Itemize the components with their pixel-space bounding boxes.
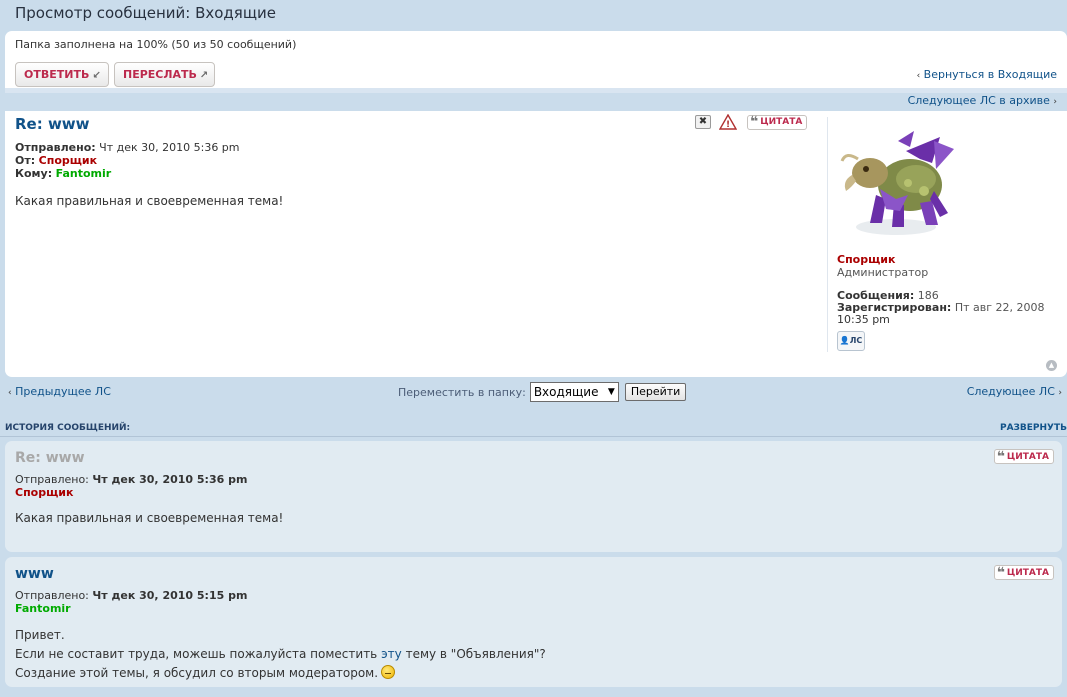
history-sent-value: Чт дек 30, 2010 5:15 pm bbox=[92, 589, 248, 602]
quote-icon: ❝ bbox=[750, 114, 759, 130]
to-line: Кому: Fantomir bbox=[15, 167, 111, 180]
next-archive-link[interactable]: Следующее ЛС в архиве › bbox=[908, 94, 1057, 107]
folder-select[interactable]: Входящие ▼ bbox=[529, 382, 619, 402]
send-pm-button[interactable]: 👤ЛС bbox=[837, 331, 865, 351]
chevron-right-icon: › bbox=[1058, 388, 1062, 398]
separator bbox=[5, 88, 1067, 93]
move-to-folder-form: Переместить в папку: Входящие ▼ Перейти bbox=[398, 382, 687, 402]
history-title: ИСТОРИЯ СООБЩЕНИЙ: bbox=[5, 423, 131, 433]
move-to-folder-label: Переместить в папку: bbox=[398, 385, 526, 399]
message-body: Какая правильная и своевременная тема! bbox=[15, 194, 284, 208]
send-pm-label: ЛС bbox=[849, 336, 863, 345]
history-post-body: Привет. Если не составит труда, можешь п… bbox=[15, 626, 546, 683]
go-button[interactable]: Перейти bbox=[624, 383, 687, 401]
quote-button-label: ЦИТАТА bbox=[1006, 567, 1049, 578]
history-author-line: Fantomir bbox=[15, 602, 71, 615]
report-icon[interactable]: ! bbox=[719, 114, 737, 130]
from-line: От: Спорщик bbox=[15, 154, 97, 167]
next-archive-label: Следующее ЛС в архиве bbox=[907, 94, 1050, 107]
author-profile: Спорщик Администратор Сообщения: 186 Зар… bbox=[827, 117, 1057, 352]
previous-pm-label: Предыдущее ЛС bbox=[15, 385, 111, 398]
chevron-down-icon: ▼ bbox=[607, 387, 615, 397]
profile-rank: Администратор bbox=[837, 266, 929, 279]
next-pm-link[interactable]: Следующее ЛС › bbox=[967, 385, 1062, 398]
sent-line: Отправлено: Чт дек 30, 2010 5:36 pm bbox=[15, 141, 240, 154]
message-post: Re: www ✖ ! ❝ ЦИТАТА Отправлено: Чт дек … bbox=[5, 111, 1067, 377]
expand-history-link[interactable]: РАЗВЕРНУТЬ bbox=[1000, 423, 1067, 433]
quote-button-label: ЦИТАТА bbox=[760, 117, 803, 127]
post-actions: ✖ ! ❝ ЦИТАТА bbox=[695, 114, 808, 130]
history-author-line: Спорщик bbox=[15, 486, 73, 499]
topic-link[interactable]: эту bbox=[381, 647, 402, 661]
forward-button[interactable]: ПЕРЕСЛАТЬ ↗ bbox=[114, 62, 215, 87]
history-body-text: Создание этой темы, я обсудил со вторым … bbox=[15, 666, 379, 680]
back-to-inbox-label: Вернуться в Входящие bbox=[923, 68, 1057, 81]
history-sent-label: Отправлено: bbox=[15, 473, 89, 486]
back-to-inbox-link[interactable]: ‹ Вернуться в Входящие bbox=[917, 68, 1057, 81]
history-body-line-1: Привет. bbox=[15, 628, 65, 642]
reply-button[interactable]: ОТВЕТИТЬ ↙ bbox=[15, 62, 109, 87]
previous-pm-link[interactable]: ‹ Предыдущее ЛС bbox=[8, 385, 111, 398]
quote-icon: ❝ bbox=[996, 564, 1005, 581]
page-title: Просмотр сообщений: Входящие bbox=[15, 4, 276, 22]
to-label: Кому: bbox=[15, 167, 53, 180]
reply-button-label: ОТВЕТИТЬ bbox=[24, 68, 90, 81]
user-icon: 👤 bbox=[839, 336, 850, 345]
profile-registered-value: Пт авг 22, 2008 bbox=[954, 301, 1045, 314]
quote-button-label: ЦИТАТА bbox=[1006, 451, 1049, 462]
history-post: Re: www ❝ ЦИТАТА Отправлено: Чт дек 30, … bbox=[5, 441, 1062, 552]
quote-button[interactable]: ❝ ЦИТАТА bbox=[993, 564, 1054, 581]
from-user-link[interactable]: Спорщик bbox=[39, 154, 97, 167]
profile-username-link[interactable]: Спорщик bbox=[837, 253, 895, 266]
history-sent-line: Отправлено: Чт дек 30, 2010 5:15 pm bbox=[15, 589, 247, 602]
chevron-left-icon: ‹ bbox=[916, 71, 921, 81]
history-header: ИСТОРИЯ СООБЩЕНИЙ: РАЗВЕРНУТЬ bbox=[0, 420, 1067, 437]
history-body-line-2: Если не составит труда, можешь пожалуйст… bbox=[15, 645, 546, 664]
avatar bbox=[836, 129, 958, 241]
report-icon-glyph: ! bbox=[726, 120, 730, 130]
profile-registered-time: 10:35 pm bbox=[837, 313, 890, 326]
history-author-link[interactable]: Fantomir bbox=[15, 602, 71, 615]
quote-icon: ❝ bbox=[996, 448, 1005, 465]
history-body-text: тему в "Объявления"? bbox=[401, 647, 546, 661]
history-post-body: Какая правильная и своевременная тема! bbox=[15, 511, 284, 525]
history-author-link[interactable]: Спорщик bbox=[15, 486, 73, 499]
history-sent-label: Отправлено: bbox=[15, 589, 89, 602]
back-to-top-icon[interactable]: ▲ bbox=[1046, 360, 1057, 371]
smiley-icon bbox=[381, 665, 396, 679]
sent-label: Отправлено: bbox=[15, 141, 96, 154]
history-sent-line: Отправлено: Чт дек 30, 2010 5:36 pm bbox=[15, 473, 247, 486]
chevron-right-icon: › bbox=[1053, 97, 1057, 107]
message-title[interactable]: Re: www bbox=[15, 115, 90, 133]
folder-select-value: Входящие bbox=[533, 385, 599, 399]
quote-button[interactable]: ❝ ЦИТАТА bbox=[747, 114, 808, 130]
to-user-link[interactable]: Fantomir bbox=[56, 167, 112, 180]
toolbar-panel: Папка заполнена на 100% (50 из 50 сообще… bbox=[5, 31, 1067, 88]
reply-arrow-icon: ↙ bbox=[92, 70, 101, 81]
forward-button-label: ПЕРЕСЛАТЬ bbox=[123, 68, 197, 81]
sent-value: Чт дек 30, 2010 5:36 pm bbox=[99, 141, 240, 154]
chevron-left-icon: ‹ bbox=[8, 388, 12, 398]
history-sent-value: Чт дек 30, 2010 5:36 pm bbox=[92, 473, 248, 486]
history-post-title: www bbox=[15, 566, 54, 582]
next-pm-label: Следующее ЛС bbox=[966, 385, 1055, 398]
delete-icon[interactable]: ✖ bbox=[695, 115, 711, 129]
forward-arrow-icon: ↗ bbox=[199, 70, 209, 81]
history-body-line-3: Создание этой темы, я обсудил со вторым … bbox=[15, 664, 546, 683]
history-post: www ❝ ЦИТАТА Отправлено: Чт дек 30, 2010… bbox=[5, 557, 1062, 687]
quote-button[interactable]: ❝ ЦИТАТА bbox=[993, 448, 1054, 465]
folder-status: Папка заполнена на 100% (50 из 50 сообще… bbox=[15, 38, 297, 51]
from-label: От: bbox=[15, 154, 36, 167]
history-post-title: Re: www bbox=[15, 450, 85, 466]
history-body-text: Если не составит труда, можешь пожалуйст… bbox=[15, 647, 382, 661]
